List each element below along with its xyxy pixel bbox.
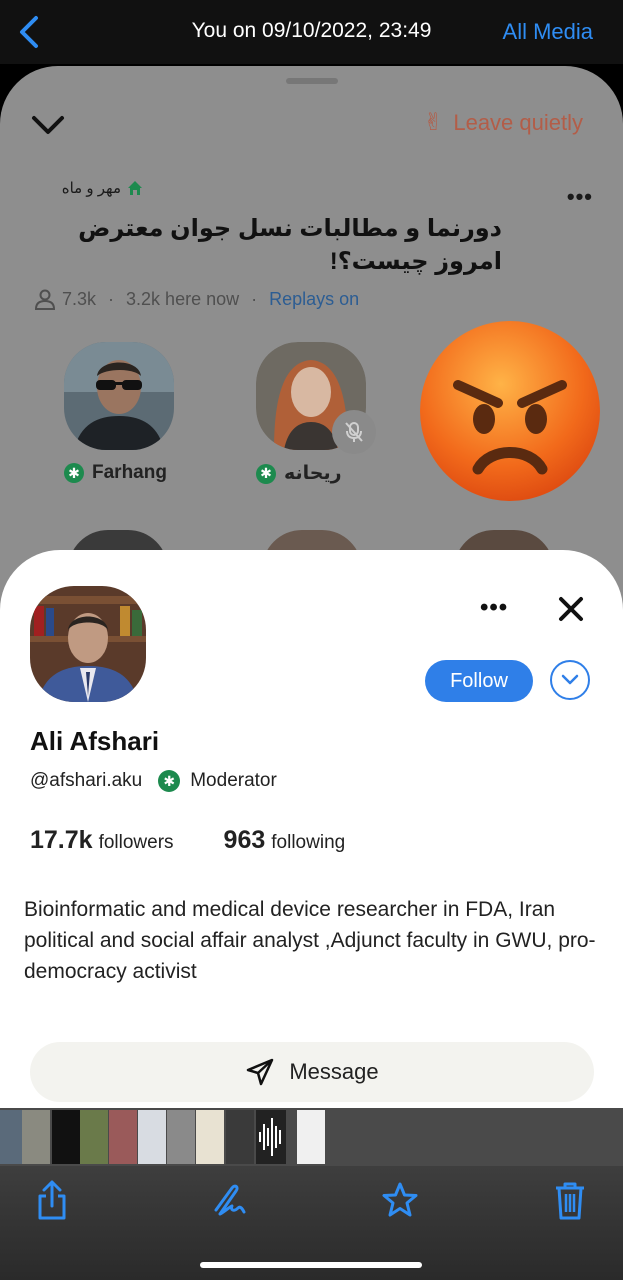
speaker-farhang[interactable]: ✱ Farhang: [64, 342, 184, 484]
followers-count[interactable]: 17.7k followers: [30, 826, 174, 855]
leave-quietly-button[interactable]: ✌ Leave quietly: [423, 108, 583, 137]
thumbnail-selected[interactable]: [297, 1110, 325, 1164]
markup-icon[interactable]: [210, 1178, 250, 1222]
profile-avatar: [30, 586, 146, 702]
screenshot-image: ✌ Leave quietly مهر و ماه ••• دورنما و م…: [0, 64, 623, 1108]
avatar: [256, 342, 376, 454]
moderator-badge-icon: ✱: [64, 463, 84, 483]
bottom-toolbar: [0, 1166, 623, 1280]
profile-handle-row: @afshari.aku ✱ Moderator: [30, 770, 277, 792]
profile-more-icon[interactable]: •••: [480, 594, 508, 622]
avatar: [64, 342, 174, 450]
room-title: دورنما و مطالبات نسل جوان معترض امروز چی…: [78, 215, 502, 275]
leave-quietly-label: Leave quietly: [453, 109, 583, 135]
separator-dot: ·: [108, 288, 115, 309]
profile-handle: @afshari.aku: [30, 770, 143, 791]
thumbnail[interactable]: [52, 1110, 80, 1164]
moderator-badge-icon: ✱: [256, 463, 276, 484]
thumbnail[interactable]: [138, 1110, 166, 1164]
speaker-reyhaneh[interactable]: ✱ ریحانه: [256, 342, 376, 485]
listener-count: 7.3k: [62, 288, 97, 309]
separator-dot: ·: [251, 288, 258, 309]
trash-icon[interactable]: [550, 1178, 590, 1222]
speaker-name: Farhang: [92, 462, 167, 483]
message-label: Message: [289, 1059, 379, 1084]
following-count[interactable]: 963 following: [224, 826, 346, 855]
club-name: مهر و ماه: [61, 180, 121, 197]
house-icon: [128, 181, 142, 195]
thumbnail[interactable]: [22, 1110, 50, 1164]
person-icon: [34, 289, 56, 310]
muted-mic-icon: [332, 410, 376, 454]
room-stats: 7.3k · 3.2k here now · Replays on: [34, 288, 359, 310]
angry-face-emoji-icon: [420, 321, 600, 501]
close-icon[interactable]: [558, 596, 584, 622]
profile-counts: 17.7k followers 963 following: [30, 826, 345, 855]
chevron-down-icon: [561, 674, 579, 685]
share-icon[interactable]: [32, 1178, 72, 1222]
thumbnail[interactable]: [80, 1110, 108, 1164]
all-media-button[interactable]: All Media: [503, 19, 593, 45]
profile-sheet: ••• Follow Ali Afshari @afshari.aku ✱ Mo…: [0, 550, 623, 1108]
message-button[interactable]: Message: [30, 1042, 594, 1102]
audio-waveform-thumbnail[interactable]: [256, 1110, 286, 1164]
here-now-count: 3.2k here now: [126, 288, 240, 309]
favorite-star-icon[interactable]: [380, 1178, 420, 1222]
victory-hand-icon: ✌: [423, 109, 444, 136]
speaker-name-row: ✱ ریحانه: [256, 462, 376, 485]
speaker-name-row: ✱ Farhang: [64, 462, 184, 484]
paper-plane-icon: [247, 1058, 274, 1086]
follow-options-button[interactable]: [550, 660, 590, 700]
media-thumbnail-strip[interactable]: [0, 1108, 623, 1166]
sheet-grabber[interactable]: [286, 78, 338, 84]
thumbnail[interactable]: [109, 1110, 137, 1164]
thumbnail[interactable]: [226, 1110, 254, 1164]
profile-role: Moderator: [190, 770, 277, 791]
club-row[interactable]: مهر و ماه: [62, 179, 143, 197]
chevron-down-icon[interactable]: [30, 112, 66, 138]
profile-bio: Bioinformatic and medical device researc…: [24, 898, 596, 983]
thumbnail[interactable]: [196, 1110, 224, 1164]
profile-name: Ali Afshari: [30, 726, 160, 756]
follow-button[interactable]: Follow: [425, 660, 533, 702]
speaker-name: ریحانه: [284, 463, 342, 484]
replays-status[interactable]: Replays on: [269, 289, 359, 310]
room-more-icon[interactable]: •••: [567, 184, 593, 210]
home-indicator[interactable]: [200, 1262, 422, 1268]
thumbnail[interactable]: [167, 1110, 195, 1164]
moderator-badge-icon: ✱: [158, 770, 181, 792]
viewer-top-bar: You on 09/10/2022, 23:49 All Media: [0, 0, 623, 64]
